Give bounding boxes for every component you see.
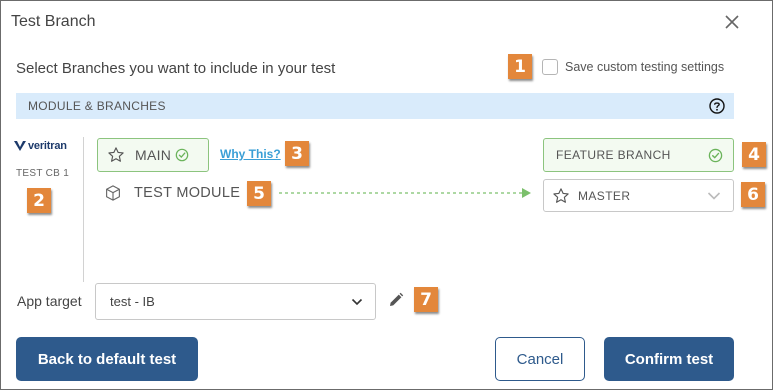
callout-badge-3: 3 <box>285 141 309 166</box>
section-header: MODULE & BRANCHES <box>16 93 734 119</box>
cube-icon <box>106 185 120 201</box>
master-branch-select[interactable]: MASTER <box>543 179 734 212</box>
app-target-value: test - IB <box>110 294 155 309</box>
veritran-logo-icon <box>14 141 26 151</box>
confirm-test-button[interactable]: Confirm test <box>604 337 734 381</box>
module-logo: veritran <box>14 140 67 152</box>
dialog-subtitle: Select Branches you want to include in y… <box>16 60 336 77</box>
logo-text: veritran <box>28 140 67 152</box>
app-target-label: App target <box>17 293 82 309</box>
dialog: Test Branch Select Branches you want to … <box>0 0 773 390</box>
feature-branch-label: FEATURE BRANCH <box>556 148 671 162</box>
callout-badge-5: 5 <box>247 181 271 206</box>
chevron-down-icon <box>351 298 363 306</box>
save-custom-settings-checkbox[interactable]: Save custom testing settings <box>542 59 724 75</box>
cancel-button[interactable]: Cancel <box>495 337 585 381</box>
checkbox-box[interactable] <box>542 59 558 75</box>
callout-badge-6: 6 <box>741 182 765 207</box>
master-branch-label: MASTER <box>578 188 631 203</box>
callout-badge-4: 4 <box>742 142 766 167</box>
check-circle-icon <box>708 148 723 163</box>
main-branch-label: MAIN <box>135 147 172 163</box>
chevron-down-icon <box>707 192 721 200</box>
callout-badge-1: 1 <box>508 54 532 79</box>
callout-badge-7: 7 <box>414 287 438 312</box>
app-target-select[interactable]: test - IB <box>95 283 376 320</box>
section-title: MODULE & BRANCHES <box>28 99 166 113</box>
close-icon[interactable] <box>723 13 741 31</box>
why-this-link[interactable]: Why This? <box>220 147 281 161</box>
check-circle-icon <box>175 148 189 162</box>
pencil-icon[interactable] <box>388 292 404 308</box>
dialog-title: Test Branch <box>11 13 96 30</box>
star-icon <box>108 147 124 162</box>
callout-badge-2: 2 <box>27 188 51 213</box>
arrow-right-icon <box>279 188 531 198</box>
star-icon <box>553 187 569 203</box>
main-branch-chip[interactable]: MAIN <box>97 138 209 172</box>
module-name: TEST CB 1 <box>16 168 70 179</box>
test-module-label: TEST MODULE <box>134 185 241 201</box>
test-module-row: TEST MODULE <box>104 184 240 202</box>
help-icon[interactable] <box>709 98 725 114</box>
divider <box>83 137 84 282</box>
feature-branch-chip[interactable]: FEATURE BRANCH <box>543 138 734 172</box>
back-to-default-test-button[interactable]: Back to default test <box>16 337 198 381</box>
save-custom-settings-label: Save custom testing settings <box>565 60 725 74</box>
